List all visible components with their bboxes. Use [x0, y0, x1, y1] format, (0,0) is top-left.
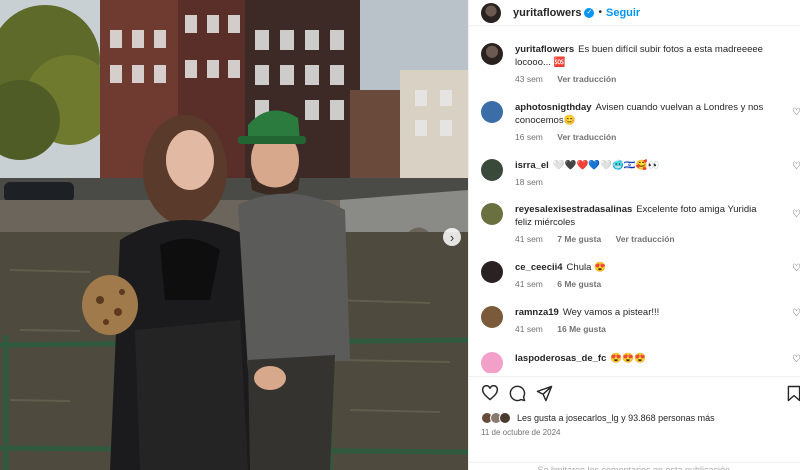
- comment-username[interactable]: ramnza19: [515, 307, 559, 318]
- comment-like-count[interactable]: 16 Me gusta: [557, 324, 606, 334]
- photo-illustration: [0, 0, 468, 470]
- comment-meta: 43 sem Ver traducción: [515, 74, 628, 84]
- comment-username[interactable]: ce_ceecii4: [515, 262, 563, 273]
- comment-body: reyesalexisestradasalinas Excelente foto …: [515, 203, 775, 229]
- translate-link[interactable]: Ver traducción: [616, 234, 675, 244]
- translate-link[interactable]: Ver traducción: [557, 132, 616, 142]
- post-date: 11 de octubre de 2024: [481, 428, 561, 437]
- translate-link[interactable]: Ver traducción: [557, 74, 616, 84]
- comment-avatar[interactable]: [481, 306, 503, 328]
- comment-text: 😍😍😍: [610, 353, 646, 364]
- comment-text: Wey vamos a pistear!!!: [562, 307, 660, 318]
- carousel-next-button[interactable]: ›: [443, 228, 461, 246]
- comment-icon[interactable]: [509, 385, 526, 402]
- separator-dot: •: [598, 7, 602, 18]
- post-username[interactable]: yuritaflowers: [513, 7, 581, 19]
- comment-avatar[interactable]: [481, 159, 503, 181]
- comments-limited-note: Se limitaron los comentarios en esta pub…: [469, 462, 800, 470]
- comment-like-heart-icon[interactable]: ♡: [792, 263, 800, 274]
- post-photo: ›: [0, 0, 468, 470]
- heart-icon[interactable]: [481, 385, 499, 401]
- comment-body: isrra_el 🤍🖤❤️💙🤍🥶🇮🇱🥰👀: [515, 159, 775, 172]
- comment-avatar[interactable]: [481, 352, 503, 373]
- chevron-right-icon: ›: [449, 229, 455, 245]
- comment-meta: 41 sem 7 Me gusta Ver traducción: [515, 234, 687, 244]
- send-icon[interactable]: [536, 385, 553, 402]
- comment-avatar[interactable]: [481, 101, 503, 123]
- comment-text: Chula 😍: [566, 262, 606, 273]
- comment-body: ce_ceecii4 Chula 😍: [515, 261, 775, 274]
- bookmark-icon[interactable]: [787, 385, 800, 402]
- post-header: yuritaflowers ✓ • Seguir: [469, 0, 800, 26]
- comment-text: 🤍🖤❤️💙🤍🥶🇮🇱🥰👀: [552, 160, 660, 171]
- comment-username[interactable]: reyesalexisestradasalinas: [515, 204, 632, 215]
- comment-body: aphotosnigthday Avisen cuando vuelvan a L…: [515, 101, 775, 127]
- post-actions-bar: [469, 376, 800, 406]
- post-side-panel: yuritaflowers ✓ • Seguir yuritaflowers Es…: [468, 0, 800, 470]
- comment-meta: 41 sem 16 Me gusta: [515, 324, 618, 334]
- comment-time: 18 sem: [515, 177, 543, 187]
- likes-summary: Les gusta a josecarlos_lg y 93.868 perso…: [481, 410, 715, 426]
- comment-like-heart-icon[interactable]: ♡: [792, 107, 800, 118]
- comment-body: yuritaflowers Es buen difícil subir fotos…: [515, 43, 775, 69]
- comment-username[interactable]: aphotosnigthday: [515, 102, 592, 113]
- comment-username[interactable]: laspoderosas_de_fc: [515, 353, 606, 364]
- comment-meta: 18 sem: [515, 177, 555, 187]
- comment-time: 41 sem: [515, 324, 543, 334]
- comment-like-heart-icon[interactable]: ♡: [792, 308, 800, 319]
- comments-list: yuritaflowers Es buen difícil subir fotos…: [469, 27, 800, 373]
- liker-avatar: [499, 412, 511, 424]
- comment-body: ramnza19 Wey vamos a pistear!!!: [515, 306, 775, 319]
- comment-meta: 16 sem Ver traducción: [515, 132, 628, 142]
- comment-like-heart-icon[interactable]: ♡: [792, 161, 800, 172]
- comment-username[interactable]: yuritaflowers: [515, 44, 574, 55]
- comment-time: 16 sem: [515, 132, 543, 142]
- verified-badge-icon: ✓: [584, 7, 595, 18]
- comment-like-count[interactable]: 7 Me gusta: [557, 234, 601, 244]
- avatar[interactable]: [481, 2, 501, 23]
- comment-avatar[interactable]: [481, 261, 503, 283]
- comment-time: 41 sem: [515, 234, 543, 244]
- comment-meta: 41 sem 6 Me gusta: [515, 279, 613, 289]
- likes-text[interactable]: Les gusta a josecarlos_lg y 93.868 perso…: [517, 413, 715, 423]
- comment-avatar[interactable]: [481, 203, 503, 225]
- follow-button[interactable]: Seguir: [606, 7, 640, 19]
- comment-like-heart-icon[interactable]: ♡: [792, 209, 800, 220]
- comment-time: 41 sem: [515, 279, 543, 289]
- comment-avatar[interactable]: [481, 43, 503, 65]
- comment-like-count[interactable]: 6 Me gusta: [557, 279, 601, 289]
- comment-username[interactable]: isrra_el: [515, 160, 549, 171]
- comment-body: laspoderosas_de_fc 😍😍😍: [515, 352, 775, 365]
- comment-like-heart-icon[interactable]: ♡: [792, 354, 800, 365]
- comment-time: 43 sem: [515, 74, 543, 84]
